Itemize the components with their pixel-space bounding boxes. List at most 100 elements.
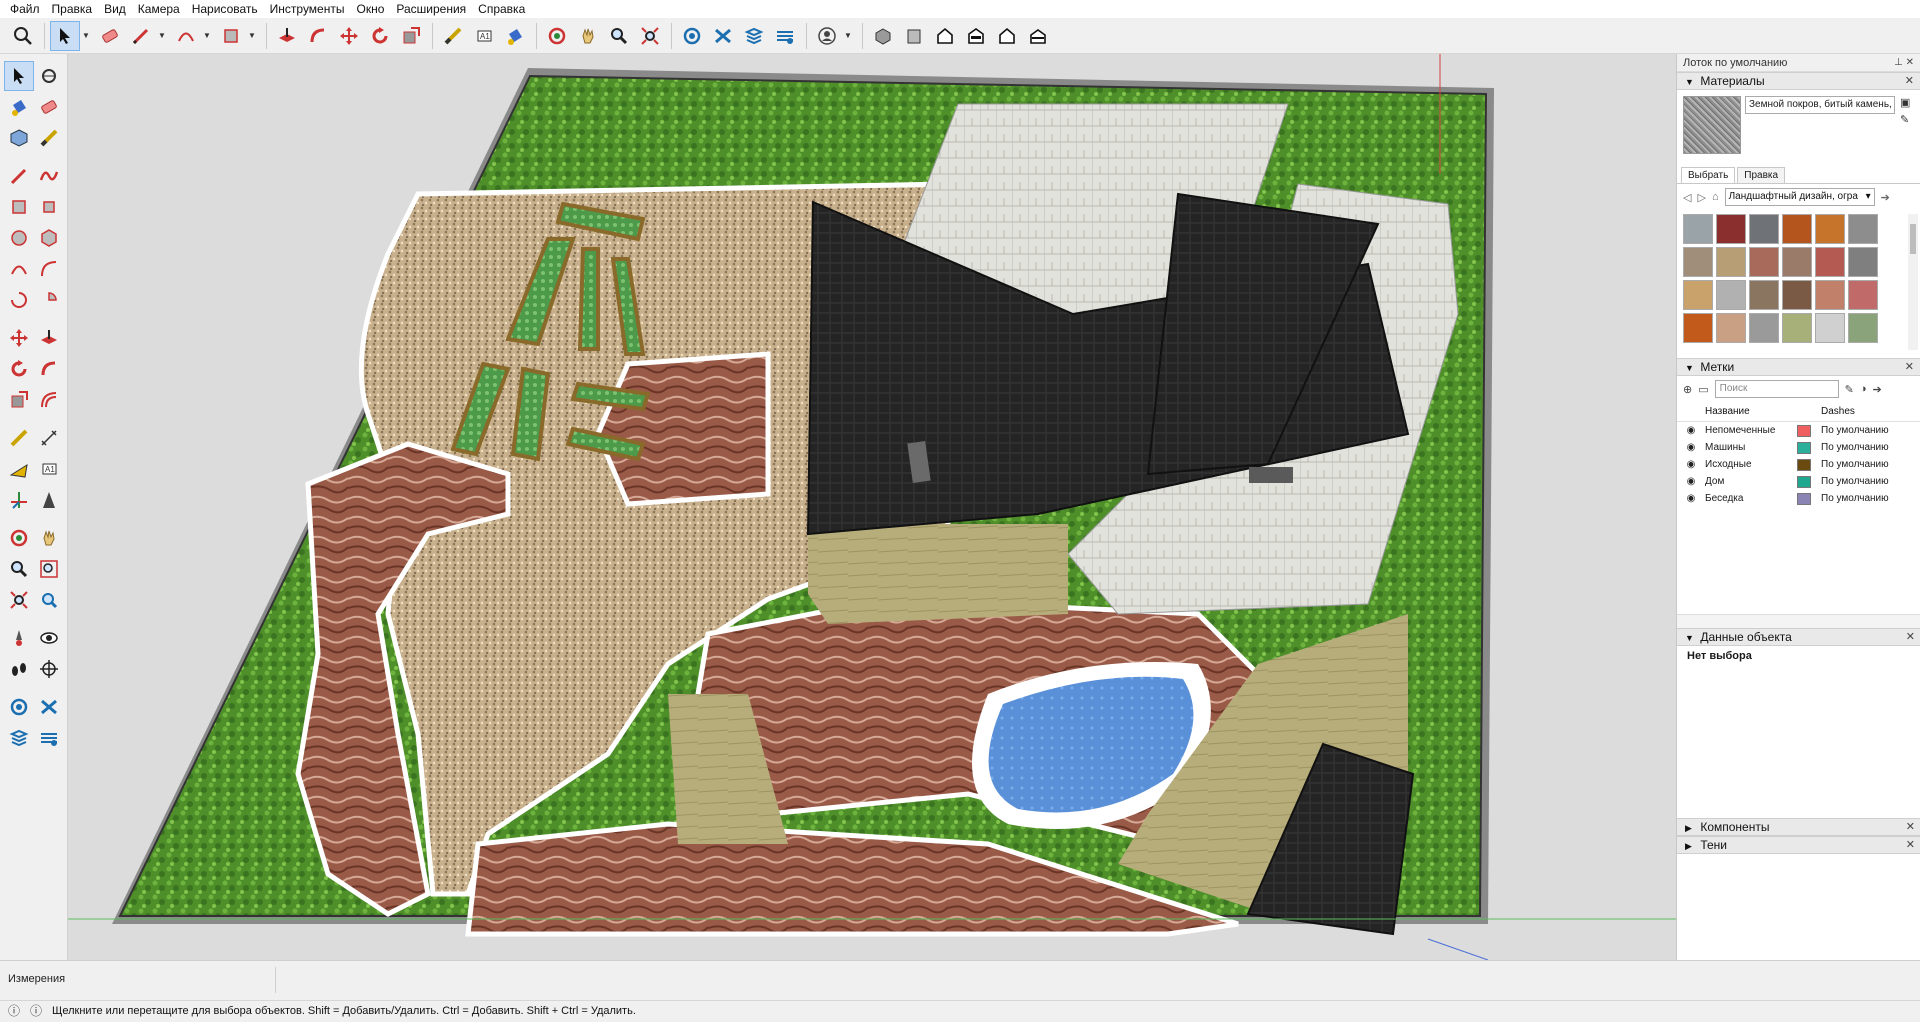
scale-icon[interactable] (396, 21, 426, 51)
circle-tool-icon[interactable] (4, 223, 34, 253)
layout-icon[interactable] (739, 21, 769, 51)
select-dropdown-icon[interactable]: ▼ (81, 21, 91, 51)
zoom-extents-view-icon[interactable] (4, 585, 34, 615)
pushpull-tool-icon[interactable] (34, 323, 64, 353)
warehouse-tool-icon[interactable] (4, 692, 34, 722)
material-swatch[interactable] (1749, 214, 1779, 244)
close-icon[interactable]: ✕ (1905, 359, 1914, 375)
select-arrow-icon[interactable] (50, 20, 80, 51)
arc-dropdown-icon[interactable]: ▼ (202, 21, 212, 51)
scale-tool-icon[interactable] (4, 385, 34, 415)
layout-tool-icon[interactable] (4, 723, 34, 753)
swatch-scrollbar[interactable] (1908, 214, 1918, 350)
previous-view-icon[interactable] (34, 585, 64, 615)
home-icon[interactable]: ⌂ (1712, 191, 1719, 203)
eraser-icon[interactable] (95, 21, 125, 51)
arc-icon[interactable] (171, 21, 201, 51)
tag-color-swatch[interactable] (1797, 492, 1811, 505)
tag-row[interactable]: ◉ Машины По умолчанию (1677, 439, 1920, 456)
zoom-icon[interactable] (604, 21, 634, 51)
menu-view[interactable]: Вид (98, 0, 132, 18)
visibility-eye-icon[interactable]: ◉ (1677, 425, 1705, 436)
material-swatch[interactable] (1848, 247, 1878, 277)
rotate-tool-icon[interactable] (4, 354, 34, 384)
paint-bucket-icon[interactable] (4, 92, 34, 122)
orbit-view-icon[interactable] (4, 523, 34, 553)
visibility-eye-icon[interactable]: ◉ (1677, 476, 1705, 487)
eraser-tool-icon[interactable] (34, 92, 64, 122)
text-tool-icon[interactable]: A1 (34, 454, 64, 484)
zoom-view-icon[interactable] (4, 554, 34, 584)
tag-color-swatch[interactable] (1797, 458, 1811, 471)
pushpull-icon[interactable] (272, 21, 302, 51)
material-swatch[interactable] (1815, 313, 1845, 343)
search-icon[interactable] (8, 21, 38, 51)
tag-dash-style[interactable]: По умолчанию (1821, 442, 1901, 453)
position-camera-icon[interactable] (4, 623, 34, 653)
tag-row[interactable]: ◉ Дом По умолчанию (1677, 473, 1920, 490)
material-swatch[interactable] (1749, 280, 1779, 310)
menu-draw[interactable]: Нарисовать (186, 0, 264, 18)
shadows-section-header[interactable]: ▶ Тени ✕ (1677, 836, 1920, 854)
material-swatch[interactable] (1815, 214, 1845, 244)
make-component-icon[interactable] (4, 123, 34, 153)
close-icon[interactable]: ✕ (1906, 837, 1915, 853)
section-plane-icon[interactable] (34, 485, 64, 515)
warehouse-icon[interactable] (677, 21, 707, 51)
tag-dash-style[interactable]: По умолчанию (1821, 493, 1901, 504)
extension-manager-icon[interactable] (34, 723, 64, 753)
menu-file[interactable]: Файл (4, 0, 46, 18)
user-icon[interactable] (812, 21, 842, 51)
geo-location-icon[interactable]: ⓘ (8, 1001, 20, 1022)
followme-icon[interactable] (303, 21, 333, 51)
menu-help[interactable]: Справка (472, 0, 531, 18)
three-point-arc-icon[interactable] (4, 285, 34, 315)
add-folder-icon[interactable]: ▭ (1698, 383, 1708, 396)
tag-dash-style[interactable]: По умолчанию (1821, 476, 1901, 487)
tag-row[interactable]: ◉ Исходные По умолчанию (1677, 456, 1920, 473)
material-swatch[interactable] (1782, 313, 1812, 343)
material-swatch[interactable] (1815, 280, 1845, 310)
back-view-icon[interactable] (992, 21, 1022, 51)
material-swatch[interactable] (1848, 214, 1878, 244)
material-swatch[interactable] (1782, 247, 1812, 277)
tag-color-swatch[interactable] (1797, 441, 1811, 454)
shape-dropdown-icon[interactable]: ▼ (247, 21, 257, 51)
sample-paint-icon[interactable]: ✎ (1900, 113, 1916, 126)
pan-view-icon[interactable] (34, 523, 64, 553)
visibility-eye-icon[interactable]: ◉ (1677, 493, 1705, 504)
color-by-tag-icon[interactable]: ◑ (1860, 383, 1867, 395)
orbit-tool-icon[interactable] (34, 61, 64, 91)
library-dropdown[interactable]: Ландшафтный дизайн, огра (1724, 188, 1875, 206)
tag-pencil-icon[interactable]: ✎ (1845, 383, 1854, 396)
details-arrow-icon[interactable]: ➔ (1873, 383, 1882, 396)
polygon-tool-icon[interactable] (34, 223, 64, 253)
axes-tool-icon[interactable] (4, 485, 34, 515)
rotated-rectangle-icon[interactable] (34, 192, 64, 222)
extension-tool-icon[interactable] (34, 692, 64, 722)
menu-extensions[interactable]: Расширения (390, 0, 472, 18)
look-around-icon[interactable] (34, 623, 64, 653)
menu-edit[interactable]: Правка (46, 0, 99, 18)
materials-section-header[interactable]: ▼ Материалы ✕ (1677, 72, 1920, 90)
column-dashes[interactable]: Dashes (1821, 406, 1901, 417)
menu-window[interactable]: Окно (350, 0, 390, 18)
menu-tools[interactable]: Инструменты (264, 0, 351, 18)
move-tool-icon[interactable] (4, 323, 34, 353)
freehand-tool-icon[interactable] (34, 161, 64, 191)
material-swatch[interactable] (1716, 313, 1746, 343)
rectangle-tool-icon[interactable] (4, 192, 34, 222)
entity-info-section-header[interactable]: ▼ Данные объекта ✕ (1677, 628, 1920, 646)
zoom-window-icon[interactable] (34, 554, 64, 584)
tag-color-swatch[interactable] (1797, 475, 1811, 488)
protractor-tool-icon[interactable] (4, 454, 34, 484)
tab-edit[interactable]: Правка (1737, 167, 1786, 183)
tag-dash-style[interactable]: По умолчанию (1821, 459, 1901, 470)
menu-camera[interactable]: Камера (132, 0, 186, 18)
extension-warehouse-icon[interactable] (708, 21, 738, 51)
user-dropdown-icon[interactable]: ▼ (843, 21, 853, 51)
rotate-icon[interactable] (365, 21, 395, 51)
pie-tool-icon[interactable] (34, 285, 64, 315)
close-icon[interactable]: ✕ (1906, 629, 1915, 645)
material-name-field[interactable]: Земной покров, битый камень, 5, (1745, 96, 1895, 114)
